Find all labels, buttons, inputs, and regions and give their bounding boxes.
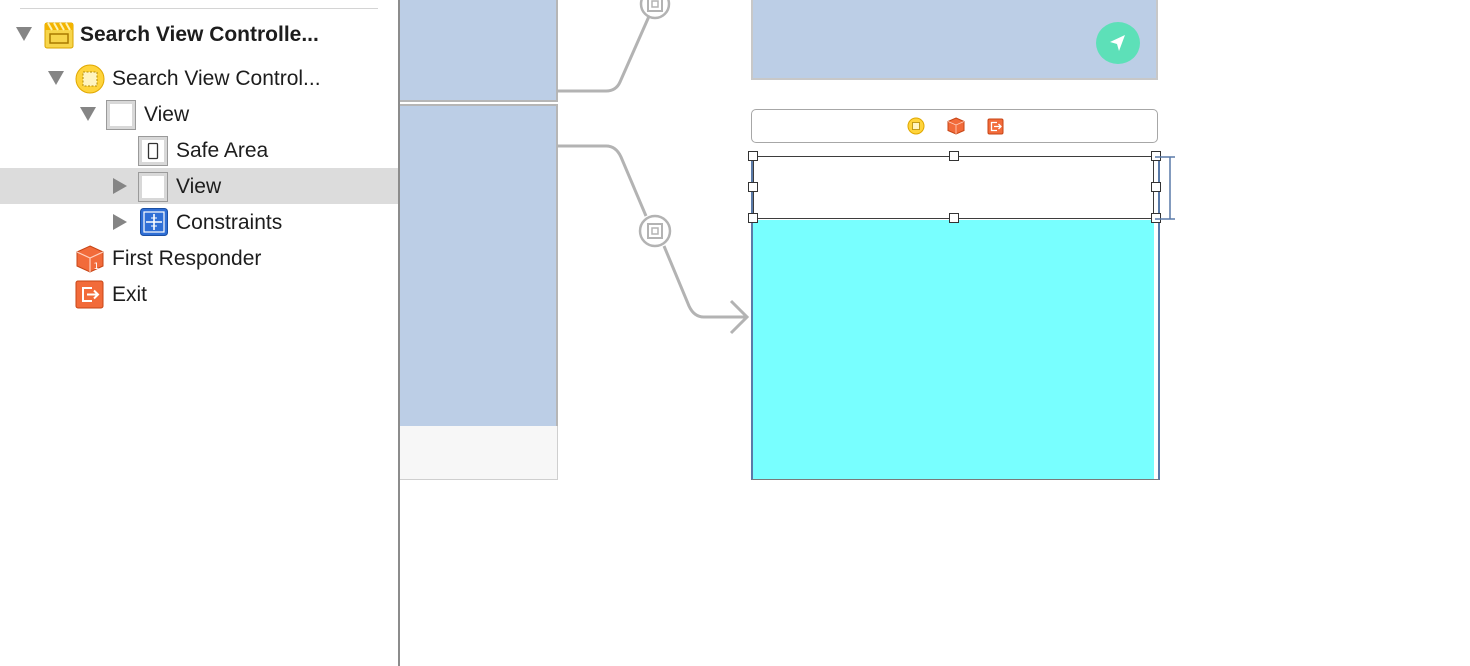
exit-icon — [75, 280, 105, 310]
outline-item-first-responder[interactable]: 1 First Responder — [0, 240, 398, 276]
location-arrow-icon — [1110, 35, 1125, 51]
resize-handle[interactable] — [748, 151, 758, 161]
outline-item-view-controller[interactable]: Search View Control... — [0, 60, 398, 96]
exit-icon[interactable] — [987, 118, 1004, 135]
outline-item-label: Search View Controlle... — [80, 23, 319, 46]
view-controller-icon[interactable] — [907, 117, 925, 135]
outline-item-label: Safe Area — [176, 139, 269, 162]
safe-area-icon — [138, 136, 168, 166]
view-controller-icon — [75, 64, 105, 94]
outline-item-label: View — [176, 175, 222, 198]
first-responder-icon[interactable] — [947, 117, 965, 135]
disclosure-collapsed-icon[interactable] — [113, 178, 127, 194]
source-scene-top-view[interactable] — [400, 0, 558, 102]
outline-divider — [20, 8, 378, 9]
resize-handle[interactable] — [949, 151, 959, 161]
constraints-icon — [140, 208, 170, 238]
disclosure-collapsed-icon[interactable] — [113, 214, 127, 230]
outline-item-constraints[interactable]: Constraints — [0, 204, 398, 240]
resize-handle[interactable] — [1151, 213, 1161, 223]
resize-handle[interactable] — [748, 213, 758, 223]
scene-dock — [751, 109, 1158, 143]
document-outline: Search View Controlle... Search View Con… — [0, 0, 400, 666]
resize-handle[interactable] — [1151, 151, 1161, 161]
outline-item-safe-area[interactable]: Safe Area — [0, 132, 398, 168]
outline-item-view[interactable]: View — [0, 96, 398, 132]
selected-view[interactable] — [753, 156, 1154, 219]
outline-item-label: First Responder — [112, 247, 262, 270]
first-responder-icon: 1 — [75, 244, 105, 274]
cyan-container-view[interactable] — [753, 220, 1154, 479]
source-scene-bottom-bar[interactable] — [400, 426, 558, 480]
view-icon — [138, 172, 168, 202]
outline-item-label: Exit — [112, 283, 148, 306]
scene-icon — [44, 20, 74, 50]
view-icon — [106, 100, 136, 130]
outline-item-view-selected[interactable]: View — [0, 168, 398, 204]
outline-item-scene[interactable]: Search View Controlle... — [0, 16, 398, 52]
resize-handle[interactable] — [748, 182, 758, 192]
resize-handle[interactable] — [949, 213, 959, 223]
disclosure-expanded-icon[interactable] — [16, 27, 32, 41]
disclosure-expanded-icon[interactable] — [80, 107, 96, 121]
disclosure-expanded-icon[interactable] — [48, 71, 64, 85]
source-scene-container-view[interactable] — [400, 104, 558, 428]
outline-item-label: Constraints — [176, 211, 283, 234]
svg-text:1: 1 — [94, 262, 100, 272]
outline-item-label: View — [144, 103, 190, 126]
outline-item-exit[interactable]: Exit — [0, 276, 398, 312]
outline-item-label: Search View Control... — [112, 67, 321, 90]
locate-button[interactable] — [1096, 22, 1140, 64]
resize-handle[interactable] — [1151, 182, 1161, 192]
